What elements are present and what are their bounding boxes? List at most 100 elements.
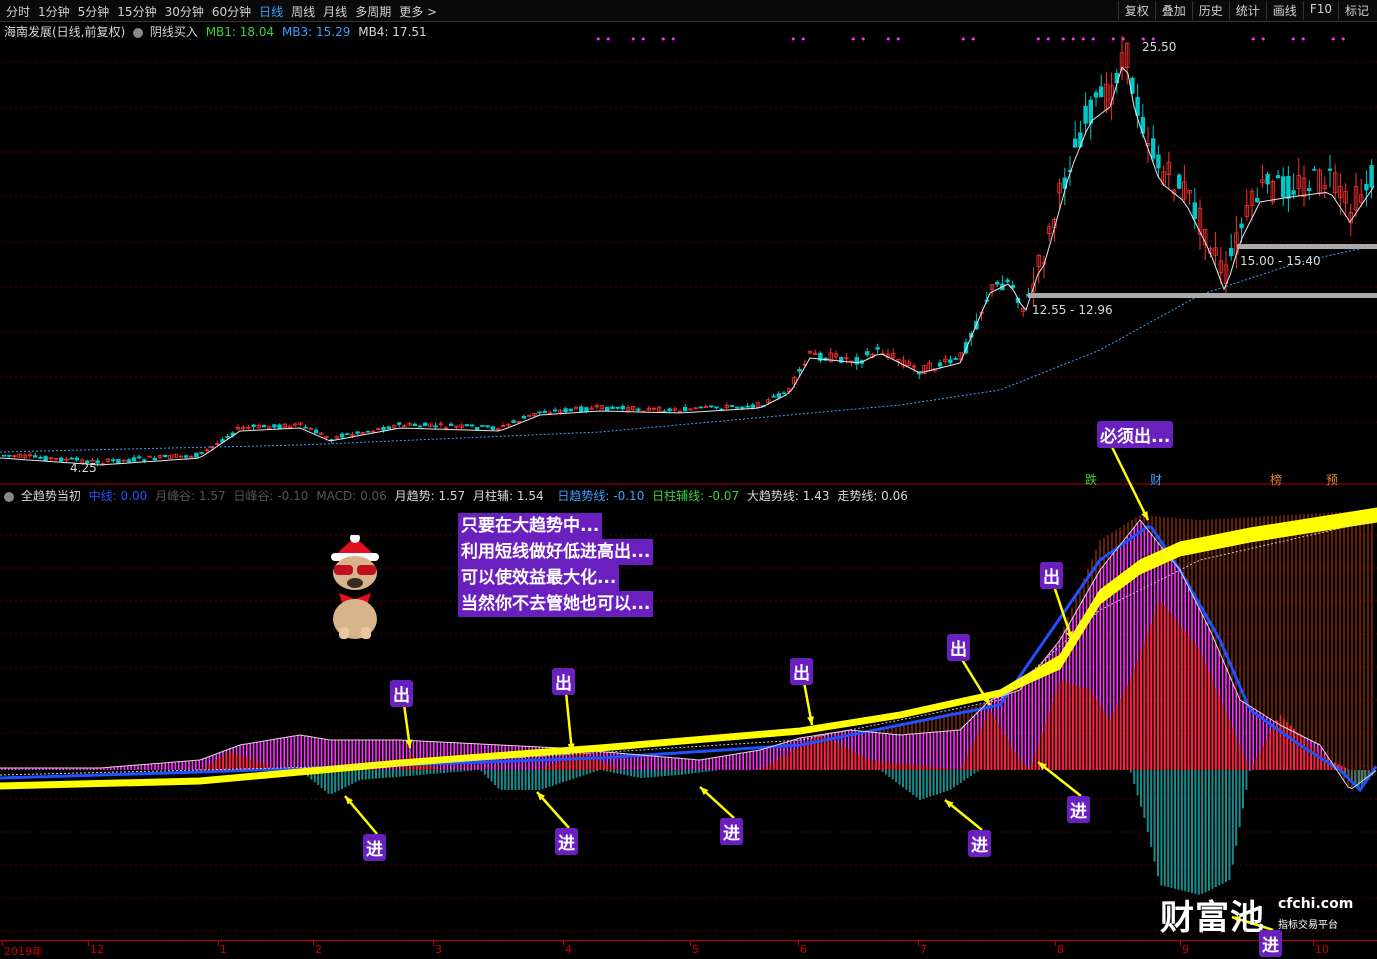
annotation-arrow bbox=[564, 691, 574, 753]
caption-line: 只要在大趋势中... bbox=[458, 513, 603, 539]
candle-body bbox=[474, 427, 480, 430]
candle-body bbox=[126, 459, 131, 463]
rizhufu-value: 日柱辅线: -0.07 bbox=[652, 489, 740, 503]
signal-dot: • • bbox=[660, 33, 676, 46]
candle-body bbox=[1156, 154, 1161, 169]
signal-dot: • • bbox=[1250, 33, 1266, 46]
watermark-logo: 财富池 cfchi.com 指标交易平台 bbox=[1160, 890, 1353, 939]
zone2-label: 15.00 - 15.40 bbox=[1240, 254, 1321, 268]
axis-tick bbox=[433, 941, 434, 946]
ma-line bbox=[0, 66, 1375, 466]
candle-body bbox=[1177, 174, 1182, 189]
trend-line-blue bbox=[0, 524, 1377, 793]
candle-body bbox=[579, 406, 584, 413]
candle-body bbox=[490, 426, 495, 430]
candle-body bbox=[142, 459, 147, 462]
signal-dot: • • bbox=[850, 33, 866, 46]
zone-bar bbox=[1237, 244, 1377, 249]
candle-body bbox=[568, 408, 573, 411]
candle-body bbox=[1083, 105, 1088, 124]
candle-body bbox=[771, 395, 776, 398]
candle-body bbox=[1307, 188, 1312, 191]
yuezhufu-value: 月柱辅: 1.54 bbox=[473, 489, 544, 503]
zone1-label: 12.55 - 12.96 bbox=[1032, 303, 1113, 317]
signal-tag[interactable]: 榜 bbox=[1270, 471, 1282, 488]
candle-body bbox=[339, 433, 345, 438]
candle-body bbox=[683, 406, 688, 412]
yuefeng-value: 月峰谷: 1.57 bbox=[155, 489, 226, 503]
kline-chart[interactable]: • • • • • • • • • • • • • • • • • • • • • • • • • • •… bbox=[0, 0, 1377, 958]
candle-body bbox=[469, 424, 475, 427]
candle-body bbox=[1073, 138, 1078, 148]
candle-body bbox=[313, 429, 319, 434]
candle-body bbox=[797, 368, 802, 372]
buy-annotation: 进 bbox=[968, 830, 991, 857]
candle-body bbox=[344, 433, 350, 436]
candle-body bbox=[43, 456, 48, 462]
candle-body bbox=[781, 392, 787, 395]
candle-body bbox=[636, 408, 641, 411]
candle-body bbox=[251, 424, 256, 428]
buy-annotation: 进 bbox=[555, 828, 578, 855]
candle-body bbox=[69, 457, 74, 460]
dog-sticker-icon bbox=[331, 535, 379, 639]
candle-body bbox=[1099, 86, 1104, 98]
candle-body bbox=[995, 281, 1000, 285]
candle-body bbox=[563, 408, 568, 413]
must-sell-annotation: 必须出... bbox=[1097, 421, 1174, 448]
buy-annotation: 进 bbox=[720, 818, 743, 845]
signal-dot: • • bbox=[1330, 33, 1346, 46]
candle-body bbox=[740, 406, 745, 409]
candle-body bbox=[303, 426, 308, 429]
candle-body bbox=[464, 424, 469, 427]
candle-body bbox=[7, 454, 12, 457]
axis-tick bbox=[2, 941, 3, 946]
candle-body bbox=[1281, 176, 1286, 198]
axis-tick bbox=[88, 941, 89, 946]
logo-sub: 指标交易平台 bbox=[1278, 920, 1338, 931]
signal-tag[interactable]: 财 bbox=[1150, 471, 1162, 488]
annotation-arrow bbox=[1052, 585, 1074, 641]
axis-label: 2019年 bbox=[4, 945, 43, 958]
axis-label: 8 bbox=[1057, 943, 1064, 956]
sell-annotation: 出 bbox=[390, 680, 413, 707]
candle-body bbox=[480, 424, 485, 427]
candle-body bbox=[396, 422, 402, 425]
candle-body bbox=[745, 405, 750, 408]
candle-body bbox=[422, 422, 428, 427]
candle-body bbox=[1291, 190, 1296, 195]
axis-label: 4 bbox=[565, 943, 572, 956]
candle-body bbox=[714, 406, 719, 409]
candle-body bbox=[1229, 248, 1234, 257]
signal-tag[interactable]: 跌 bbox=[1085, 471, 1097, 488]
candle-body bbox=[199, 451, 204, 454]
candle-body bbox=[709, 405, 714, 408]
candle-body bbox=[433, 425, 438, 428]
signal-dot: • • bbox=[1110, 33, 1126, 46]
daqushi-value: 大趋势线: 1.43 bbox=[746, 489, 830, 503]
axis-label: 2 bbox=[315, 943, 322, 956]
candle-body bbox=[38, 457, 43, 459]
candle-body bbox=[729, 405, 735, 408]
axis-tick bbox=[690, 941, 691, 946]
sell-annotation: 出 bbox=[790, 658, 813, 685]
candle-body bbox=[698, 406, 703, 409]
logo-name: 财富池 bbox=[1160, 898, 1265, 938]
signal-dot: • • bbox=[960, 33, 976, 46]
candle-body bbox=[1088, 99, 1093, 124]
candle-body bbox=[448, 423, 454, 426]
rifeng-value: 日峰谷: -0.10 bbox=[233, 489, 309, 503]
candle-body bbox=[136, 456, 142, 459]
macd-value: MACD: 0.06 bbox=[316, 489, 387, 503]
signal-dot: • • bbox=[595, 33, 611, 46]
candle-body bbox=[417, 425, 423, 428]
candle-body bbox=[1151, 138, 1156, 159]
candle-body bbox=[1312, 168, 1317, 171]
signal-dot: • • bbox=[790, 33, 806, 46]
sub-indicator-title[interactable]: 全趋势当初 bbox=[21, 489, 81, 503]
signal-tag[interactable]: 预 bbox=[1326, 471, 1338, 488]
candle-body bbox=[1093, 92, 1099, 98]
gear-icon[interactable] bbox=[4, 491, 14, 502]
candle-body bbox=[537, 411, 542, 414]
candle-body bbox=[1265, 173, 1270, 185]
